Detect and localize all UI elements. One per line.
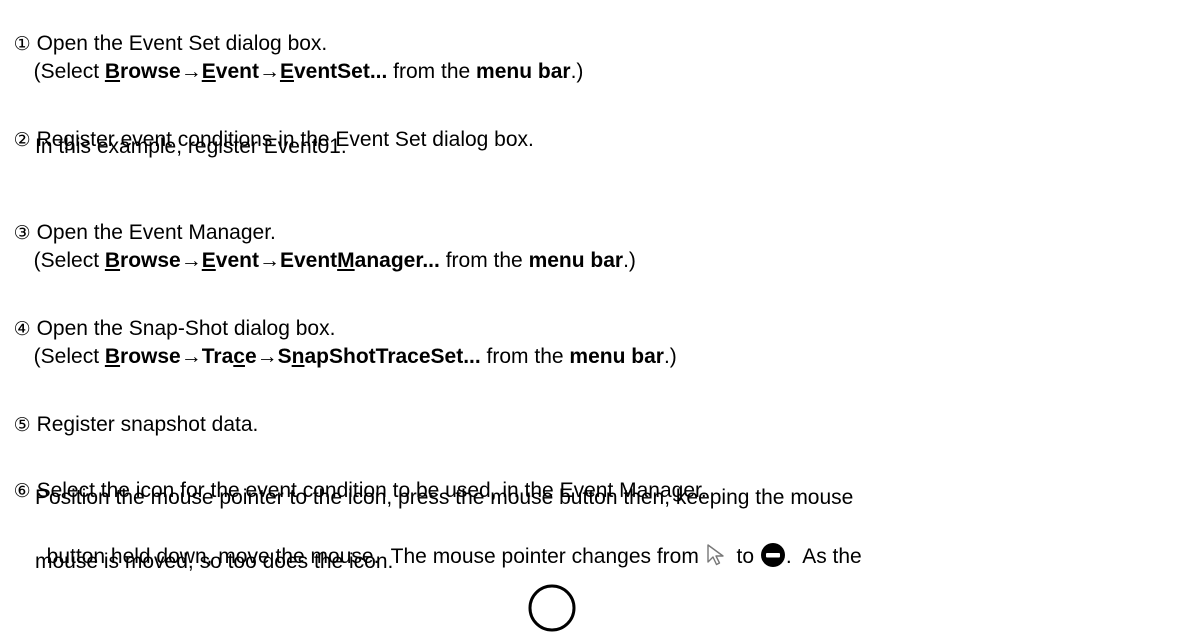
- step-5-number: ⑤: [13, 414, 31, 436]
- select-open-text: (Select: [33, 249, 105, 272]
- menu-item-text: →Event: [258, 249, 338, 272]
- step-6-detail-1: Position the mouse pointer to the icon, …: [35, 486, 854, 509]
- menu-item-text: apShotTraceSet...: [304, 345, 481, 368]
- step-2-detail: In this example, register Event01.: [35, 135, 347, 158]
- menu-item-text: vent: [215, 249, 259, 272]
- menu-arrow: →: [258, 60, 280, 83]
- select-open-text: (Select: [33, 60, 105, 83]
- menu-mnemonic: M: [337, 249, 355, 272]
- menu-bar-text: menu bar: [528, 249, 624, 272]
- menu-arrow: →: [180, 60, 202, 83]
- detail-text: . As the: [785, 545, 862, 568]
- step-3-select-line: (Select Browse→Event→EventManager... fro…: [22, 225, 636, 273]
- menu-mnemonic: E: [201, 60, 216, 83]
- menu-item-text: vent: [215, 60, 259, 83]
- step-1-select-line: (Select Browse→Event→EventSet... from th…: [22, 36, 584, 84]
- from-text: from the: [387, 60, 477, 83]
- menu-mnemonic: B: [104, 60, 121, 83]
- menu-mnemonic: B: [104, 345, 121, 368]
- drag-icon-partial: [528, 578, 576, 634]
- menu-bar-text: menu bar: [569, 345, 664, 368]
- step-4-select-line: (Select Browse→Trace→SnapShotTraceSet...…: [22, 321, 677, 369]
- menu-item-text: ventSet...: [293, 60, 388, 83]
- menu-item-text: e→S: [244, 345, 292, 368]
- menu-mnemonic: c: [233, 345, 245, 368]
- close-text: .): [570, 60, 584, 83]
- from-text: from the: [439, 249, 529, 272]
- from-text: from the: [480, 345, 570, 368]
- menu-bar-text: menu bar: [476, 60, 571, 83]
- menu-item-text: rowse: [120, 60, 181, 83]
- menu-path: Browse→Event→EventSet...: [105, 60, 387, 83]
- menu-path: Browse→Trace→SnapShotTraceSet...: [105, 345, 481, 368]
- menu-item-text: →Tra: [180, 345, 234, 368]
- step-6-number: ⑥: [13, 480, 31, 502]
- step-2-number: ②: [13, 129, 31, 151]
- no-drop-icon: [760, 542, 786, 574]
- step-5-title-line: ⑤ Register snapshot data.: [2, 389, 259, 437]
- menu-mnemonic: B: [104, 249, 121, 272]
- detail-text: to: [730, 545, 760, 568]
- menu-arrow: →: [180, 249, 202, 272]
- step-6-detail-3: mouse is moved, so too does the icon.: [35, 550, 394, 573]
- arrow-pointer-icon: [705, 542, 731, 574]
- menu-item-text: rowse: [120, 345, 181, 368]
- menu-item-text: anager...: [354, 249, 440, 272]
- menu-item-text: rowse: [120, 249, 181, 272]
- close-text: .): [623, 249, 636, 272]
- close-text: .): [663, 345, 677, 368]
- step-5-title: Register snapshot data.: [36, 413, 259, 436]
- menu-path: Browse→Event→EventManager...: [105, 249, 440, 272]
- select-open-text: (Select: [33, 345, 105, 368]
- menu-mnemonic: E: [201, 249, 216, 272]
- menu-mnemonic: E: [279, 60, 294, 83]
- menu-mnemonic: n: [291, 345, 305, 368]
